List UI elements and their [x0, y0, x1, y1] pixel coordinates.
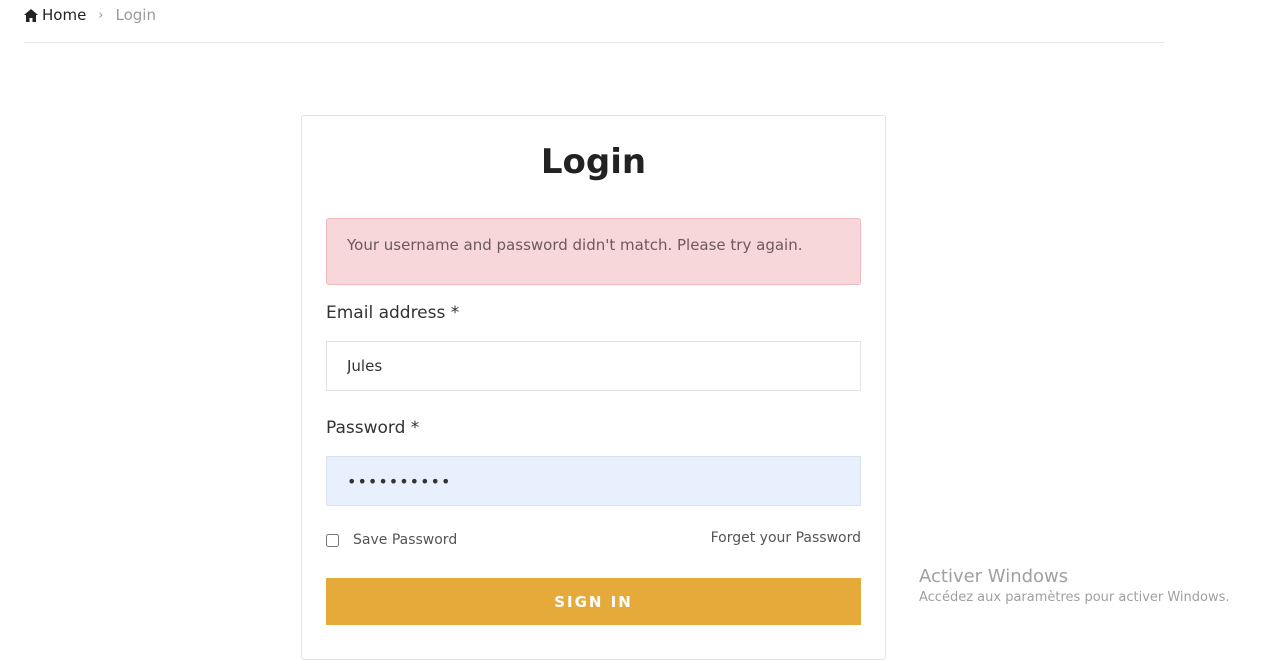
watermark-title: Activer Windows [919, 566, 1069, 587]
windows-activation-watermark: Activer Windows Accédez aux paramètres p… [919, 566, 1230, 605]
page-title: Login [540, 142, 647, 182]
home-icon [24, 8, 38, 22]
forgot-password-link[interactable]: Forget your Password [711, 530, 861, 546]
password-field[interactable] [326, 456, 861, 506]
sign-in-button[interactable]: SIGN IN [326, 578, 861, 625]
header-divider [24, 42, 1164, 43]
email-field[interactable] [326, 341, 861, 391]
save-password-option[interactable]: Save Password [326, 532, 457, 548]
email-label: Email address * [326, 303, 460, 323]
breadcrumb: Home › Login [24, 4, 156, 26]
watermark-subtitle: Accédez aux paramètres pour activer Wind… [919, 590, 1230, 605]
breadcrumb-current: Login [115, 6, 156, 24]
login-card: Login Your username and password didn't … [301, 115, 886, 660]
error-alert: Your username and password didn't match.… [326, 218, 861, 285]
breadcrumb-home-link[interactable]: Home [42, 6, 86, 24]
password-label: Password * [326, 418, 420, 438]
save-password-checkbox[interactable] [326, 533, 339, 547]
breadcrumb-separator: › [98, 7, 104, 23]
save-password-label: Save Password [353, 532, 458, 548]
